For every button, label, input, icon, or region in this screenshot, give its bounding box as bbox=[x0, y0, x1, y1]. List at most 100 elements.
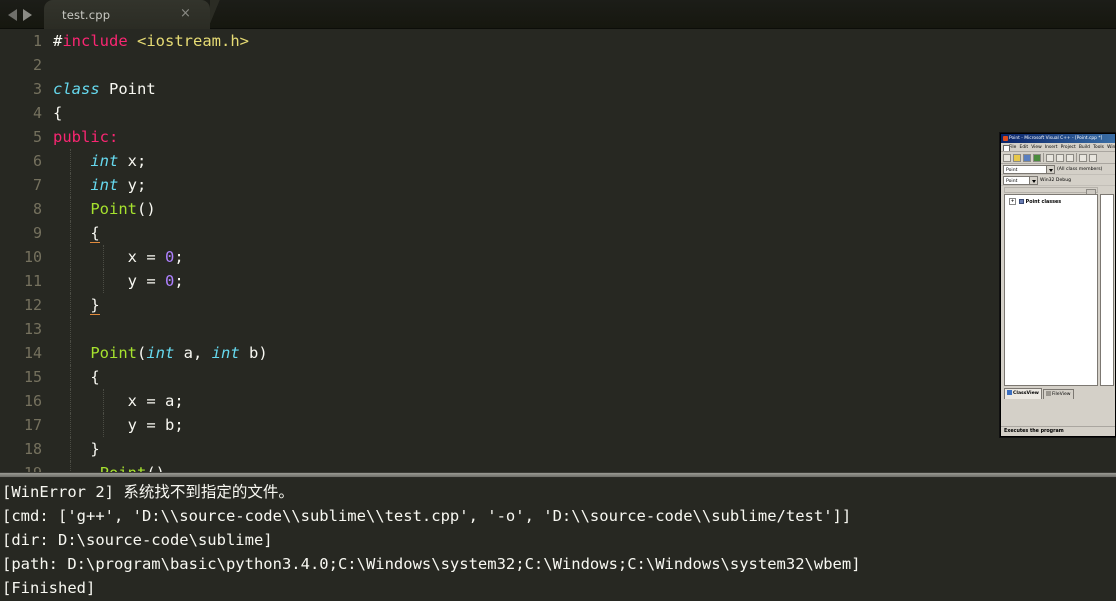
vc-config-label: Win32 Debug bbox=[1040, 177, 1072, 183]
token: ~ bbox=[53, 464, 99, 472]
vc-class-combo[interactable]: Point bbox=[1003, 164, 1055, 174]
tab-nav-arrows[interactable] bbox=[4, 0, 42, 29]
editor-line[interactable]: 7 int y; bbox=[0, 173, 1116, 197]
vc-menu-item[interactable]: File bbox=[1009, 145, 1016, 150]
fileview-icon bbox=[1045, 391, 1051, 396]
vc-paste-icon[interactable] bbox=[1066, 153, 1074, 162]
editor-line[interactable]: 10 x = 0; bbox=[0, 245, 1116, 269]
vc-members-label: (All class members) bbox=[1057, 166, 1103, 172]
vc-menu-bar[interactable]: File EditView InsertProjectBuildToolsWind bbox=[1001, 143, 1115, 152]
vc-menu-item[interactable]: Project bbox=[1061, 145, 1076, 150]
vc-toolbar[interactable] bbox=[1001, 152, 1115, 164]
vc-project-combo[interactable]: Point bbox=[1003, 175, 1038, 185]
editor-line[interactable]: 1 #include <iostream.h> bbox=[0, 29, 1116, 53]
indent-guide bbox=[70, 293, 71, 317]
editor-line[interactable]: 3 class Point bbox=[0, 77, 1116, 101]
folder-icon bbox=[1019, 199, 1025, 204]
line-content: public: bbox=[42, 125, 118, 149]
token: int bbox=[90, 152, 119, 170]
editor-line[interactable]: 11 y = 0; bbox=[0, 269, 1116, 293]
token: y = b; bbox=[53, 416, 184, 434]
nav-forward-icon[interactable] bbox=[23, 8, 32, 21]
nav-back-icon[interactable] bbox=[8, 8, 17, 21]
vc-pane-tabs[interactable]: ClassView FileView bbox=[1004, 388, 1098, 399]
indent-guide bbox=[70, 221, 71, 245]
code-editor[interactable]: 1 #include <iostream.h> 2 3 class Point 4{5 pu… bbox=[0, 29, 1116, 472]
vc-menu-item[interactable]: Wind bbox=[1107, 145, 1115, 150]
vc-copy-icon[interactable] bbox=[1056, 153, 1064, 162]
token: include bbox=[62, 32, 128, 50]
vc-menu-item[interactable]: View bbox=[1031, 145, 1041, 150]
vc-tab-classview[interactable]: ClassView bbox=[1004, 388, 1042, 399]
indent-guide bbox=[70, 197, 71, 221]
vc-editor-pane[interactable] bbox=[1100, 194, 1114, 386]
vc-menu-item[interactable]: Insert bbox=[1045, 145, 1058, 150]
vc-tree-item-label: Point classes bbox=[1025, 200, 1062, 205]
vc-class-combo-value: Point bbox=[1006, 167, 1018, 173]
vc-cut-icon[interactable] bbox=[1046, 153, 1054, 162]
vc-undo-icon[interactable] bbox=[1079, 153, 1087, 162]
line-number: 15 bbox=[23, 368, 42, 386]
vc-menu-item[interactable]: Build bbox=[1079, 145, 1090, 150]
vc-menu-item[interactable]: Tools bbox=[1093, 145, 1104, 150]
vc-class-row: Point (All class members) bbox=[1001, 164, 1115, 175]
line-content: int x; bbox=[42, 149, 146, 173]
indent-guide bbox=[70, 437, 71, 461]
vc-build-row: Point Win32 Debug bbox=[1001, 175, 1115, 186]
indent-guide bbox=[70, 173, 71, 197]
tab-test-cpp[interactable]: test.cpp × bbox=[44, 0, 222, 29]
token: class bbox=[53, 80, 100, 98]
editor-line[interactable]: 6 int x; bbox=[0, 149, 1116, 173]
tab-bar: test.cpp × bbox=[0, 0, 1116, 29]
token: Point bbox=[90, 200, 137, 218]
editor-line[interactable]: 17 y = b; bbox=[0, 413, 1116, 437]
editor-line[interactable]: 19 ~Point() bbox=[0, 461, 1116, 472]
editor-line[interactable]: 2 bbox=[0, 53, 1116, 77]
vc-redo-icon[interactable] bbox=[1089, 153, 1097, 162]
chevron-down-icon[interactable] bbox=[1046, 165, 1054, 173]
vc-saveall-icon[interactable] bbox=[1033, 153, 1041, 162]
editor-line[interactable]: 18 } bbox=[0, 437, 1116, 461]
vc-tree-item[interactable]: Point classes bbox=[1009, 198, 1061, 205]
vc-save-icon[interactable] bbox=[1023, 153, 1031, 162]
indent-guide bbox=[70, 365, 71, 389]
close-icon[interactable]: × bbox=[179, 7, 192, 20]
line-content: ~Point() bbox=[42, 461, 165, 472]
token: () bbox=[146, 464, 165, 472]
editor-line[interactable]: 14 Point(int a, int b) bbox=[0, 341, 1116, 365]
editor-line[interactable]: 13 bbox=[0, 317, 1116, 341]
indent-guide bbox=[70, 317, 71, 341]
editor-line[interactable]: 4{ bbox=[0, 101, 1116, 125]
token: { bbox=[90, 368, 100, 386]
console-line: [cmd: ['g++', 'D:\\source-code\\sublime\… bbox=[2, 507, 852, 525]
editor-line[interactable]: 16 x = a; bbox=[0, 389, 1116, 413]
vc-tab-fileview[interactable]: FileView bbox=[1042, 389, 1074, 399]
console-line: [Finished] bbox=[2, 579, 96, 597]
editor-line[interactable]: 8 Point() bbox=[0, 197, 1116, 221]
build-output-console[interactable]: [WinError 2] 系统找不到指定的文件。 [cmd: ['g++', 'D… bbox=[0, 478, 1116, 601]
vc-project-combo-value: Point bbox=[1006, 178, 1018, 184]
vc-menu-item[interactable]: Edit bbox=[1020, 145, 1029, 150]
line-number: 9 bbox=[32, 224, 42, 242]
token: int bbox=[211, 344, 240, 362]
line-number: 7 bbox=[32, 176, 42, 194]
line-number: 12 bbox=[23, 296, 42, 314]
token: ; bbox=[174, 272, 184, 290]
vc-tab-classview-label: ClassView bbox=[1013, 391, 1039, 396]
vc-open-icon[interactable] bbox=[1013, 153, 1021, 162]
vc-toolbar-separator bbox=[1043, 153, 1044, 162]
vc-classview-pane[interactable]: Point classes bbox=[1004, 194, 1098, 386]
line-number: 18 bbox=[23, 440, 42, 458]
vc-new-icon[interactable] bbox=[1003, 153, 1011, 162]
vc-tab-fileview-label: FileView bbox=[1051, 392, 1071, 397]
chevron-down-icon-2[interactable] bbox=[1029, 176, 1037, 184]
indent-guide bbox=[103, 245, 104, 269]
line-content: { bbox=[42, 101, 62, 125]
editor-line[interactable]: 5 public: bbox=[0, 125, 1116, 149]
editor-line[interactable]: 9 { bbox=[0, 221, 1116, 245]
editor-line[interactable]: 15 { bbox=[0, 365, 1116, 389]
editor-line[interactable]: 12 } bbox=[0, 293, 1116, 317]
